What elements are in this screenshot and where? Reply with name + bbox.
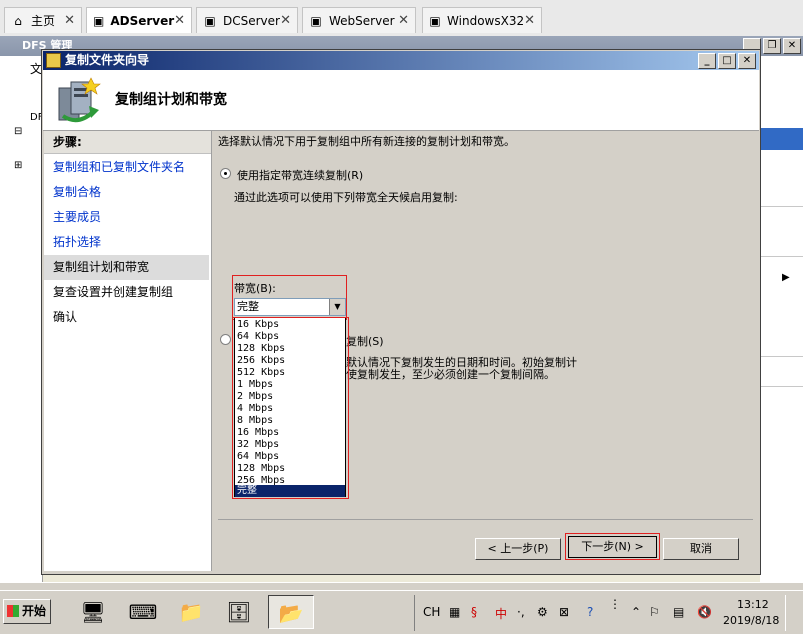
ime-logo-icon[interactable]: § <box>471 605 477 619</box>
replication-server-icon <box>58 77 101 123</box>
next-button[interactable]: 下一步(N) > <box>568 536 657 558</box>
vm-icon: ▣ <box>310 13 322 28</box>
replicate-folder-wizard: 复制文件夹向导 _ □ ✕ 复制组计划和带宽 步骤: 复制组和已复制文件夹名 复… <box>41 49 761 575</box>
wizard-header: 复制组计划和带宽 <box>43 70 759 131</box>
folder-icon <box>46 53 61 68</box>
dropdown-highlight-frame <box>232 317 349 499</box>
server-manager-icon[interactable]: 🖥 <box>76 595 110 629</box>
browser-tab-bar: ⌂ 主页 ✕ ▣ ADServer ✕ ▣ DCServer ✕ ▣ WebSe… <box>0 0 803 37</box>
tab-webserver[interactable]: ▣ WebServer ✕ <box>302 7 416 33</box>
restore-button[interactable]: ❐ <box>763 38 781 54</box>
system-tray: CH ▦ § 中 ·, ⚙ ⊠ ? ⋮ ⌃ ⚐ ▤ 🔇 13:12 2019/8… <box>414 595 803 631</box>
tab-label: ADServer <box>110 13 175 28</box>
tab-label: WebServer <box>329 13 395 28</box>
bandwidth-select[interactable]: 完整 ▼ <box>234 298 346 316</box>
ime-mode[interactable]: 中 <box>495 605 507 622</box>
tray-options-icon[interactable]: ⋮ <box>609 597 621 611</box>
tab-home[interactable]: ⌂ 主页 ✕ <box>4 7 82 33</box>
back-button[interactable]: < 上一步(P) <box>475 538 561 560</box>
steps-title: 步骤: <box>44 131 211 154</box>
divider <box>760 256 803 257</box>
chevron-down-icon[interactable]: ▼ <box>329 299 345 315</box>
expand-icon[interactable]: ⊞ <box>14 160 22 171</box>
close-icon[interactable]: ✕ <box>524 13 535 28</box>
punctuation-icon[interactable]: ·, <box>517 605 525 619</box>
taskbar: 开始 🖥 ⌨ 📁 🗄 📂 CH ▦ § 中 ·, ⚙ ⊠ ? ⋮ ⌃ ⚐ ▤ 🔇… <box>0 590 803 634</box>
schedule-desc-line2: 使复制发生，至少必须创建一个复制间隔。 <box>346 368 555 381</box>
actions-header <box>760 128 803 150</box>
continuous-replication-label[interactable]: 使用指定带宽连续复制(R) <box>237 167 363 183</box>
chevron-right-icon[interactable]: ▶ <box>782 272 790 283</box>
step-item-current: 复制组计划和带宽 <box>44 255 209 280</box>
wizard-window-controls: _ □ ✕ <box>698 53 756 69</box>
tab-dcserver[interactable]: ▣ DCServer ✕ <box>196 7 298 33</box>
wizard-title: 复制文件夹向导 <box>65 53 150 67</box>
action-center-flag-icon[interactable]: ⚐ <box>649 605 660 619</box>
maximize-button[interactable]: □ <box>718 53 736 69</box>
wizard-heading: 复制组计划和带宽 <box>115 92 227 108</box>
tab-label: DCServer <box>223 13 280 28</box>
mmc-menu-file[interactable]: 文 <box>30 60 42 77</box>
vm-icon: ▣ <box>93 13 105 28</box>
tab-label: 主页 <box>31 14 56 28</box>
vm-icon: ▣ <box>204 13 216 28</box>
keyboard-icon[interactable]: ⊠ <box>559 605 569 619</box>
settings-icon[interactable]: ⚙ <box>537 605 548 619</box>
minimize-button[interactable]: _ <box>698 53 716 69</box>
schedule-replication-radio[interactable] <box>220 334 231 345</box>
volume-muted-icon[interactable]: 🔇 <box>697 605 712 619</box>
dfs-management-taskbar-icon[interactable]: 📂 <box>268 595 314 629</box>
divider <box>218 519 753 520</box>
language-indicator[interactable]: CH <box>423 605 440 619</box>
divider <box>760 356 803 357</box>
close-icon[interactable]: ✕ <box>280 13 291 28</box>
divider <box>760 386 803 387</box>
tab-adserver[interactable]: ▣ ADServer ✕ <box>86 7 192 33</box>
ime-icon[interactable]: ▦ <box>449 605 460 619</box>
close-button[interactable]: ✕ <box>783 38 801 54</box>
chevron-up-icon[interactable]: ⌃ <box>631 605 641 619</box>
continuous-replication-desc: 通过此选项可以使用下列带宽全天候启用复制: <box>234 191 458 204</box>
file-manager-icon[interactable]: 🗄 <box>222 595 256 629</box>
vm-icon: ▣ <box>429 13 441 28</box>
windows-logo-icon <box>7 605 19 617</box>
wizard-steps-pane: 步骤: 复制组和已复制文件夹名 复制合格 主要成员 拓扑选择 复制组计划和带宽 … <box>44 131 212 571</box>
schedule-replication-label[interactable]: 复制(S) <box>346 333 384 349</box>
bandwidth-selected-value: 完整 <box>237 300 259 313</box>
explorer-icon[interactable]: 📁 <box>174 595 208 629</box>
mmc-actions-pane: ▶ <box>760 56 803 586</box>
step-item[interactable]: 复制组和已复制文件夹名 <box>44 155 209 180</box>
close-button[interactable]: ✕ <box>738 53 756 69</box>
intro-text: 选择默认情况下用于复制组中所有新连接的复制计划和带宽。 <box>218 135 515 148</box>
home-icon: ⌂ <box>14 13 22 28</box>
step-item: 确认 <box>53 310 78 324</box>
clock-time[interactable]: 13:12 <box>737 598 769 611</box>
close-icon[interactable]: ✕ <box>398 13 409 28</box>
start-label: 开始 <box>21 604 46 618</box>
divider <box>760 206 803 207</box>
close-icon[interactable]: ✕ <box>174 13 185 28</box>
show-desktop-button[interactable] <box>785 595 803 631</box>
powershell-icon[interactable]: ⌨ <box>126 595 160 629</box>
start-button[interactable]: 开始 <box>3 599 51 624</box>
clock-date[interactable]: 2019/8/18 <box>723 614 779 627</box>
step-item[interactable]: 拓扑选择 <box>44 230 209 255</box>
cancel-button[interactable]: 取消 <box>663 538 739 560</box>
network-icon[interactable]: ▤ <box>673 605 684 619</box>
bandwidth-label: 带宽(B): <box>234 282 276 295</box>
tab-windowsx32[interactable]: ▣ WindowsX32 ✕ <box>422 7 542 33</box>
close-icon[interactable]: ✕ <box>64 13 75 28</box>
step-item[interactable]: 主要成员 <box>44 205 209 230</box>
tab-label: WindowsX32 <box>447 13 525 28</box>
step-item: 复查设置并创建复制组 <box>53 285 174 299</box>
expand-icon[interactable]: ⊟ <box>14 126 22 137</box>
step-item[interactable]: 复制合格 <box>44 180 209 205</box>
wizard-title-bar: 复制文件夹向导 _ □ ✕ <box>43 51 759 70</box>
help-icon[interactable]: ? <box>587 605 593 619</box>
continuous-replication-radio[interactable] <box>220 168 231 179</box>
wizard-content: 选择默认情况下用于复制组中所有新连接的复制计划和带宽。 使用指定带宽连续复制(R… <box>218 131 753 571</box>
mmc-tree-pane: 文 DF ⊟ ⊞ <box>0 56 43 586</box>
